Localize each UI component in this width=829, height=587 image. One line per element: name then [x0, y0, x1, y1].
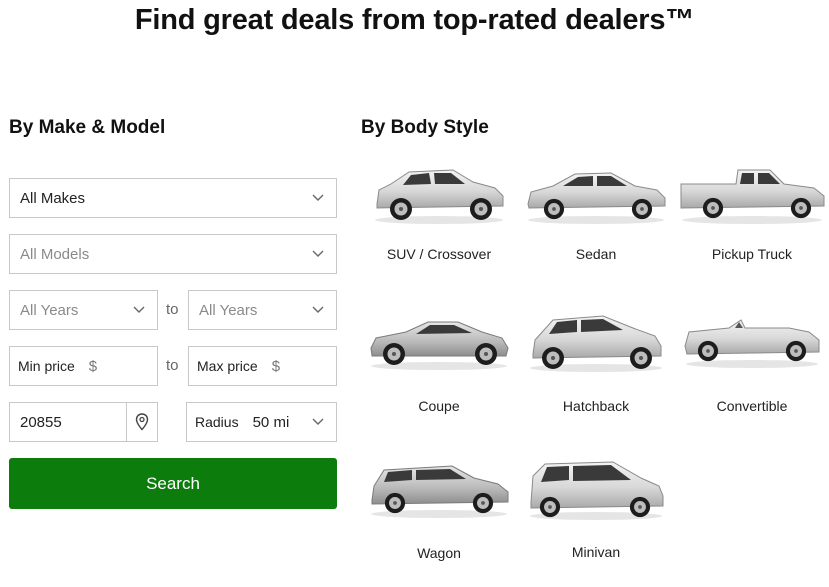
min-price-label: Min price [18, 358, 75, 374]
model-select-value: All Models [20, 245, 90, 263]
make-model-title: By Make & Model [9, 117, 166, 138]
body-style-label: Pickup Truck [711, 246, 793, 262]
body-style-pickup-truck[interactable]: Pickup Truck [677, 160, 827, 262]
body-style-label: Wagon [417, 545, 461, 561]
sedan-icon [527, 172, 666, 224]
max-price-field[interactable]: Max price $ [188, 346, 337, 386]
body-style-title: By Body Style [361, 117, 489, 138]
hatchback-icon [530, 315, 662, 372]
wagon-icon [371, 465, 509, 518]
suv-icon [375, 169, 504, 224]
year-from-select[interactable]: All Years [9, 290, 158, 330]
search-button[interactable]: Search [9, 458, 337, 509]
body-style-coupe[interactable]: Coupe [364, 308, 514, 414]
radius-value: 50 mi [252, 413, 290, 431]
body-style-label: SUV / Crossover [386, 246, 492, 262]
make-select[interactable]: All Makes [9, 178, 337, 218]
body-style-sedan[interactable]: Sedan [521, 160, 671, 262]
dollar-icon: $ [88, 357, 98, 375]
chevron-down-icon [312, 306, 324, 314]
body-style-label: Hatchback [562, 398, 630, 414]
convertible-icon [684, 319, 820, 368]
coupe-icon [370, 321, 509, 370]
body-style-convertible[interactable]: Convertible [677, 308, 827, 414]
radius-select[interactable]: Radius 50 mi [186, 402, 337, 442]
make-select-value: All Makes [20, 189, 86, 207]
pickup-truck-icon [680, 169, 825, 224]
year-to-select[interactable]: All Years [188, 290, 337, 330]
chevron-down-icon [312, 418, 324, 426]
zip-value: 20855 [20, 413, 62, 431]
body-style-label: Convertible [716, 398, 788, 414]
price-range-separator: to [166, 357, 179, 374]
chevron-down-icon [312, 194, 324, 202]
min-price-field[interactable]: Min price $ [9, 346, 158, 386]
dollar-icon: $ [271, 357, 281, 375]
year-from-value: All Years [20, 301, 79, 319]
minivan-icon [530, 461, 664, 520]
radius-label: Radius [195, 414, 239, 430]
location-button[interactable] [126, 403, 157, 441]
body-style-label: Coupe [418, 398, 460, 414]
body-style-suv[interactable]: SUV / Crossover [364, 160, 514, 262]
model-select[interactable]: All Models [9, 234, 337, 274]
body-style-minivan[interactable]: Minivan [521, 456, 671, 560]
max-price-label: Max price [197, 358, 258, 374]
location-pin-icon [135, 413, 149, 431]
body-style-hatchback[interactable]: Hatchback [521, 308, 671, 414]
zip-field[interactable]: 20855 [9, 402, 158, 442]
year-range-separator: to [166, 301, 179, 318]
year-to-value: All Years [199, 301, 258, 319]
body-style-wagon[interactable]: Wagon [364, 456, 514, 561]
chevron-down-icon [133, 306, 145, 314]
page-headline: Find great deals from top-rated dealers™ [134, 4, 695, 36]
chevron-down-icon [312, 250, 324, 258]
body-style-label: Minivan [571, 544, 621, 560]
body-style-label: Sedan [575, 246, 617, 262]
